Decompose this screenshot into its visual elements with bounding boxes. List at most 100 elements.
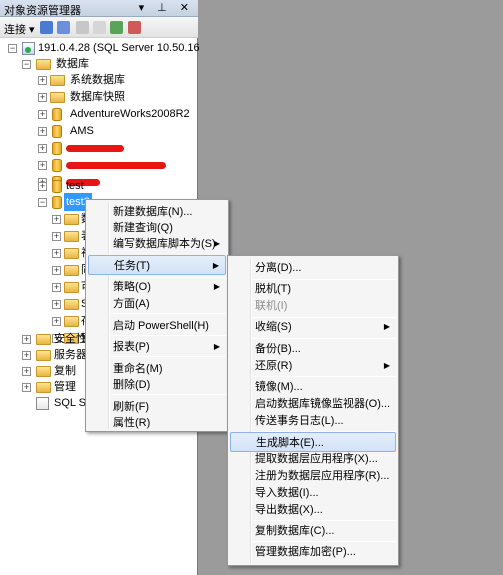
submenu-item-detach[interactable]: 分离(D)... <box>230 258 396 278</box>
menu-item-properties[interactable]: 属性(R) <box>88 413 226 433</box>
submenu-item-copy-database[interactable]: 复制数据库(C)... <box>230 521 396 541</box>
collapse-icon[interactable]: − <box>38 198 47 207</box>
server-icon <box>22 42 35 55</box>
expand-icon[interactable]: + <box>38 76 47 85</box>
folder-icon <box>64 214 79 225</box>
menu-item-script-database-as[interactable]: 编写数据库脚本为(S) ▶ <box>88 234 226 254</box>
tree-item-label: AMS <box>70 125 94 137</box>
expand-icon[interactable]: + <box>22 335 31 344</box>
object-explorer-toolbar: 连接 ▾ <box>0 17 198 38</box>
summary-icon[interactable] <box>128 21 141 34</box>
expand-icon[interactable]: + <box>22 367 31 376</box>
submenu-arrow-icon: ▶ <box>213 239 220 248</box>
collapse-icon[interactable]: − <box>8 44 17 53</box>
expand-icon[interactable]: + <box>38 93 47 102</box>
tree-item-label: 系统数据库 <box>70 74 125 86</box>
folder-icon <box>64 248 79 259</box>
folder-icon <box>36 350 51 361</box>
menu-item-label: 删除(D) <box>113 379 151 391</box>
menu-item-tasks[interactable]: 任务(T) ▶ <box>88 255 226 275</box>
menu-item-label: 联机(I) <box>255 300 288 312</box>
stop-icon[interactable] <box>76 21 89 34</box>
menu-item-label: 报表(P) <box>113 341 150 353</box>
redaction-mark <box>66 162 166 169</box>
folder-icon <box>36 334 51 345</box>
folder-icon <box>64 282 79 293</box>
database-icon <box>52 196 62 209</box>
tree-item-system-databases[interactable]: + 系统数据库 <box>36 71 196 89</box>
expand-icon[interactable]: + <box>52 249 61 258</box>
menu-item-delete[interactable]: 删除(D) <box>88 375 226 395</box>
menu-item-label: 分离(D)... <box>255 262 302 274</box>
menu-item-facets[interactable]: 方面(A) <box>88 294 226 314</box>
connect-object-explorer-icon[interactable] <box>40 21 53 34</box>
expand-icon[interactable]: + <box>38 161 47 170</box>
submenu-arrow-icon: ▶ <box>383 322 390 331</box>
refresh-icon[interactable] <box>110 21 123 34</box>
tree-subitem[interactable]: + S <box>50 295 90 313</box>
tree-subitem[interactable]: + 表 <box>50 227 92 245</box>
folder-icon <box>36 59 51 70</box>
tasks-submenu: 分离(D)... 脱机(T) 联机(I) 收缩(S) ▶ 备份(B)... 还原(… <box>227 255 399 566</box>
folder-icon <box>64 299 79 310</box>
tree-item-ams[interactable]: + AMS <box>36 122 196 140</box>
submenu-item-restore[interactable]: 还原(R) ▶ <box>230 356 396 376</box>
panel-title: 对象资源管理器 <box>4 5 81 17</box>
menu-item-label: 启动 PowerShell(H) <box>113 320 209 332</box>
database-icon <box>52 125 62 138</box>
database-icon <box>52 142 62 155</box>
database-icon <box>52 180 62 193</box>
submenu-item-export-data[interactable]: 导出数据(X)... <box>230 500 396 520</box>
menu-separator <box>111 356 226 357</box>
tree-item-redacted-2[interactable]: + <box>36 156 196 174</box>
submenu-item-bring-online[interactable]: 联机(I) <box>230 296 396 316</box>
expand-icon[interactable]: + <box>22 383 31 392</box>
menu-separator <box>111 313 226 314</box>
expand-icon[interactable]: + <box>52 300 61 309</box>
expand-icon[interactable]: + <box>38 127 47 136</box>
object-explorer-titlebar: 对象资源管理器 ▾ ⊥ ✕ <box>0 0 198 17</box>
expand-icon[interactable]: + <box>52 317 61 326</box>
submenu-item-log-shipping[interactable]: 传送事务日志(L)... <box>230 411 396 431</box>
redaction-mark <box>66 145 124 152</box>
expand-icon[interactable]: + <box>52 266 61 275</box>
expand-icon[interactable]: + <box>52 232 61 241</box>
expand-icon[interactable]: + <box>52 215 61 224</box>
tree-item-redacted-1[interactable]: + <box>36 139 196 157</box>
tree-subitem[interactable]: + 同 <box>50 261 92 279</box>
tree-item-label: 数据库快照 <box>70 91 125 103</box>
menu-item-label: 编写数据库脚本为(S) <box>113 238 216 250</box>
folder-icon <box>36 382 51 393</box>
menu-item-start-powershell[interactable]: 启动 PowerShell(H) <box>88 316 226 336</box>
menu-separator <box>111 394 226 395</box>
context-menu: 新建数据库(N)... 新建查询(Q) 编写数据库脚本为(S) ▶ 任务(T) ▶ … <box>85 199 229 432</box>
submenu-item-shrink[interactable]: 收缩(S) ▶ <box>230 317 396 337</box>
submenu-arrow-icon: ▶ <box>212 261 219 270</box>
disconnect-icon[interactable] <box>57 21 70 34</box>
tree-subitem[interactable]: + 可 <box>50 278 92 296</box>
folder-icon <box>64 265 79 276</box>
database-icon <box>52 159 62 172</box>
collapse-icon[interactable]: − <box>22 60 31 69</box>
menu-item-reports[interactable]: 报表(P) ▶ <box>88 337 226 357</box>
expand-icon[interactable]: + <box>22 351 31 360</box>
tree-subitem[interactable]: + 存 <box>50 312 92 330</box>
menu-item-label: 传送事务日志(L)... <box>255 415 344 427</box>
menu-item-label: 导出数据(X)... <box>255 504 323 516</box>
submenu-item-manage-encryption[interactable]: 管理数据库加密(P)... <box>230 542 396 562</box>
menu-item-label: 管理数据库加密(P)... <box>255 546 356 558</box>
tree-subitem[interactable]: + 数 <box>50 210 92 228</box>
expand-icon[interactable]: + <box>38 182 47 191</box>
folder-icon <box>64 231 79 242</box>
connect-button[interactable]: 连接 ▾ <box>4 21 35 37</box>
tree-item-snapshots[interactable]: + 数据库快照 <box>36 88 196 106</box>
expand-icon[interactable]: + <box>38 110 47 119</box>
filter-icon[interactable] <box>93 21 106 34</box>
menu-item-label: 复制数据库(C)... <box>255 525 335 537</box>
tree-item-adventureworks[interactable]: + AdventureWorks2008R2 <box>36 105 196 123</box>
expand-icon[interactable]: + <box>38 144 47 153</box>
tree-subitem[interactable]: + 视 <box>50 244 92 262</box>
expand-icon[interactable]: + <box>52 283 61 292</box>
panel-window-controls[interactable]: ▾ ⊥ ✕ <box>139 1 194 14</box>
menu-item-label: 任务(T) <box>114 260 151 272</box>
